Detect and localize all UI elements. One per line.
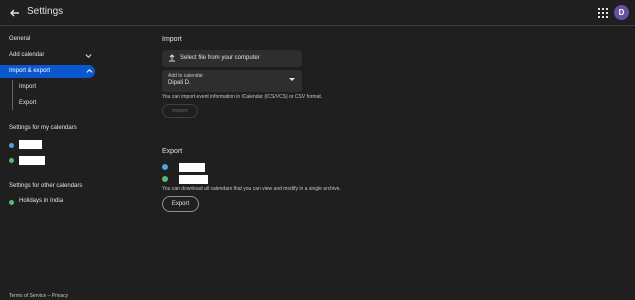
import-button[interactable]: Import <box>162 104 198 118</box>
calendar-color-dot <box>9 143 14 148</box>
subnav-indicator <box>12 80 13 110</box>
avatar[interactable]: D <box>614 5 629 20</box>
calendar-color-dot <box>9 158 14 163</box>
calendar-color-dot <box>162 176 168 182</box>
page-title: Settings <box>27 6 64 17</box>
sidebar-item-general[interactable]: General <box>9 36 30 42</box>
add-to-calendar-label: Add to calendar <box>168 73 204 79</box>
sidebar-item-export[interactable]: Export <box>19 100 36 106</box>
redacted-calendar-name <box>179 163 205 172</box>
top-bar <box>0 0 635 26</box>
calendar-color-dot <box>162 164 168 170</box>
my-calendars-heading: Settings for my calendars <box>9 125 77 131</box>
redacted-calendar-name[interactable] <box>19 156 45 165</box>
upload-icon <box>169 54 175 62</box>
apps-grid-icon[interactable] <box>598 8 608 18</box>
redacted-calendar-name[interactable] <box>19 140 42 149</box>
select-file-label: Select file from your computer <box>180 55 260 61</box>
export-info-text: You can download all calendars that you … <box>162 186 341 192</box>
dropdown-arrow-icon <box>289 78 295 81</box>
sidebar-item-holidays[interactable]: Holidays in India <box>19 198 63 204</box>
chevron-up-icon[interactable] <box>86 68 93 75</box>
back-arrow-icon[interactable] <box>7 5 23 21</box>
footer-links[interactable]: Terms of Service – Privacy <box>9 293 68 299</box>
export-button[interactable]: Export <box>162 196 199 212</box>
sidebar-item-add-calendar[interactable]: Add calendar <box>9 52 44 58</box>
chevron-down-icon[interactable] <box>85 52 92 59</box>
export-heading: Export <box>162 148 183 155</box>
other-calendars-heading: Settings for other calendars <box>9 183 83 189</box>
sidebar-item-import[interactable]: Import <box>19 84 36 90</box>
redacted-calendar-name <box>179 175 208 184</box>
add-to-calendar-value: Dipali D. <box>168 80 191 86</box>
sidebar-item-import-export-label: Import & export <box>9 68 51 74</box>
import-heading: Import <box>162 36 182 43</box>
import-info-text: You can import event information in iCal… <box>162 94 323 100</box>
calendar-color-dot <box>9 200 14 205</box>
